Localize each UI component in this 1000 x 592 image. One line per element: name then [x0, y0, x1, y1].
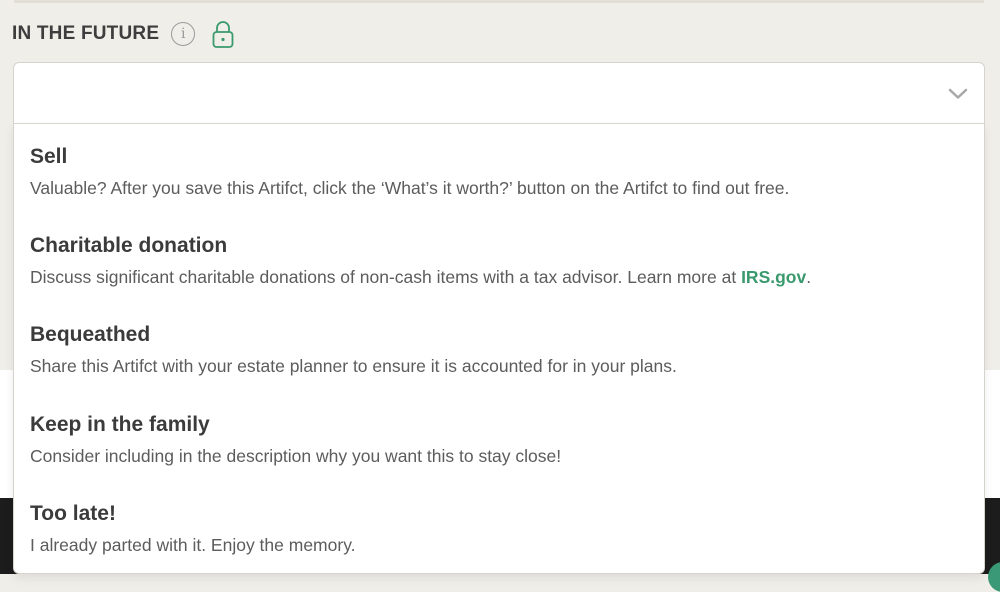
option-description-text: Discuss significant charitable donations… [30, 267, 742, 287]
irs-link[interactable]: IRS.gov [741, 267, 806, 287]
option-too-late[interactable]: Too late! I already parted with it. Enjo… [14, 481, 984, 570]
option-title: Keep in the family [30, 413, 210, 436]
option-description: Consider including in the description wh… [30, 446, 562, 466]
section-title: IN THE FUTURE [12, 23, 160, 44]
option-charitable-donation[interactable]: Charitable donation Discuss significant … [14, 213, 984, 302]
dropdown-menu: Sell Valuable? After you save this Artif… [13, 123, 985, 574]
option-description-end: . [806, 267, 812, 287]
chevron-down-icon[interactable] [948, 88, 968, 100]
option-title: Too late! [30, 502, 116, 525]
option-description: Share this Artifct with your estate plan… [30, 356, 677, 376]
option-description: I already parted with it. Enjoy the memo… [30, 535, 356, 555]
option-description: Valuable? After you save this Artifct, c… [30, 178, 790, 198]
accent-circle [988, 562, 1000, 592]
section-header: IN THE FUTURE i [12, 19, 235, 49]
option-sell[interactable]: Sell Valuable? After you save this Artif… [14, 124, 984, 213]
top-divider [14, 0, 984, 3]
option-title: Sell [30, 145, 68, 168]
option-title: Charitable donation [30, 234, 228, 257]
lock-icon[interactable] [211, 19, 235, 49]
option-bequeathed[interactable]: Bequeathed Share this Artifct with your … [14, 302, 984, 391]
option-keep-in-family[interactable]: Keep in the family Consider including in… [14, 392, 984, 481]
future-select[interactable] [13, 62, 985, 123]
info-icon[interactable]: i [171, 22, 196, 46]
option-title: Bequeathed [30, 323, 151, 346]
option-description: Discuss significant charitable donations… [30, 267, 811, 288]
